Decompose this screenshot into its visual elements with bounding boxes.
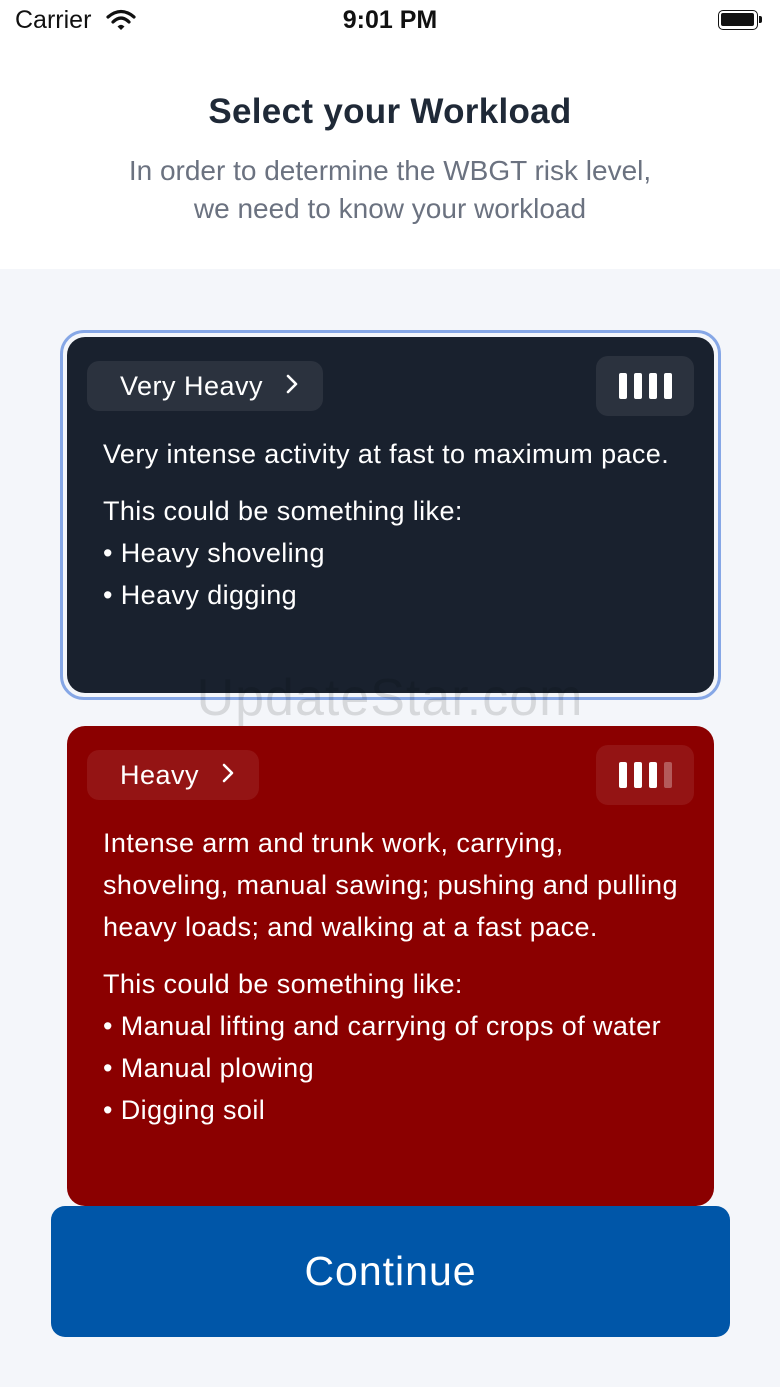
intensity-bar — [663, 373, 672, 399]
subtitle-line-2: we need to know your workload — [193, 193, 587, 224]
intensity-bar-empty — [663, 762, 672, 788]
workload-label-chip[interactable]: Heavy — [87, 750, 260, 800]
intensity-bar — [633, 373, 642, 399]
continue-button[interactable]: Continue — [51, 1206, 730, 1337]
workload-card-very-heavy[interactable]: Very Heavy Very intense activity at fast… — [67, 337, 714, 693]
example-item: Digging soil — [103, 1089, 694, 1131]
examples-list: Manual lifting and carrying of crops of … — [87, 1005, 694, 1131]
battery-icon — [718, 10, 762, 30]
intensity-bar — [633, 762, 642, 788]
subtitle-line-1: In order to determine the WBGT risk leve… — [128, 155, 652, 186]
intensity-bars-icon — [596, 356, 694, 416]
page-subtitle: In order to determine the WBGT risk leve… — [80, 152, 700, 228]
workload-description: Very intense activity at fast to maximum… — [103, 439, 670, 469]
chevron-right-icon — [285, 371, 299, 402]
intensity-bars-icon — [596, 745, 694, 805]
intensity-bar — [618, 373, 627, 399]
examples-list: Heavy shoveling Heavy digging — [87, 532, 694, 616]
workload-label: Very Heavy — [120, 370, 264, 401]
examples-title: This could be something like: — [103, 969, 463, 999]
workload-label-chip[interactable]: Very Heavy — [87, 361, 324, 411]
status-time: 9:01 PM — [342, 6, 438, 34]
page-header: Select your Workload In order to determi… — [0, 44, 780, 269]
example-item: Manual lifting and carrying of crops of … — [103, 1005, 694, 1047]
examples-title: This could be something like: — [103, 496, 463, 526]
workload-description: Intense arm and trunk work, carrying, sh… — [103, 828, 678, 942]
page-title: Select your Workload — [208, 92, 572, 131]
workload-label: Heavy — [120, 759, 200, 790]
chevron-right-icon — [221, 760, 235, 791]
intensity-bar — [618, 762, 627, 788]
status-bar: Carrier 9:01 PM — [0, 0, 780, 44]
example-item: Manual plowing — [103, 1047, 694, 1089]
workload-card-heavy[interactable]: Heavy Intense arm and trunk work, carryi… — [67, 726, 714, 1206]
intensity-bar — [648, 762, 657, 788]
example-item: Heavy shoveling — [103, 532, 694, 574]
intensity-bar — [648, 373, 657, 399]
example-item: Heavy digging — [103, 574, 694, 616]
